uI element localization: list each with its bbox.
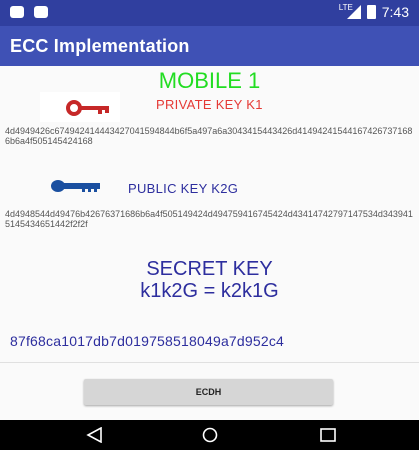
secret-key-value: 87f68ca1017db7d019758518049a7d952c4 [10, 333, 285, 349]
network-type: LTE [338, 3, 353, 12]
status-icons: LTE 7:43 [339, 3, 409, 20]
recents-icon[interactable] [319, 427, 337, 443]
blue-key-icon [40, 172, 120, 202]
secret-key-title: SECRET KEY k1k2G = k2k1G [0, 258, 419, 302]
signal-icon: LTE [339, 3, 361, 19]
secret-key-heading: SECRET KEY [146, 258, 273, 280]
ecdh-button[interactable]: ECDH [84, 379, 333, 405]
secret-key-formula: k1k2G = k2k1G [140, 280, 279, 302]
notification-icons [10, 6, 48, 18]
notification-icon [10, 6, 24, 18]
app-bar: ECC Implementation [0, 26, 419, 66]
public-key-label: PUBLIC KEY K2G [128, 181, 239, 196]
red-key-icon [40, 92, 120, 122]
private-key-label: PRIVATE KEY K1 [156, 97, 263, 112]
navigation-bar [0, 420, 419, 450]
battery-icon [366, 5, 376, 19]
home-icon[interactable] [201, 427, 219, 443]
back-icon[interactable] [86, 426, 104, 444]
private-key-value: 4d4949426c674942414443427041594844b6f5a4… [5, 126, 413, 146]
status-time: 7:43 [381, 4, 409, 20]
app-title: ECC Implementation [10, 36, 190, 56]
divider [0, 362, 419, 363]
notification-icon [34, 6, 48, 18]
mobile-title: MOBILE 1 [158, 68, 261, 93]
public-key-value: 4d4948544d49476b42676371686b6a4f50514942… [5, 209, 413, 229]
status-bar: LTE 7:43 [0, 0, 419, 26]
